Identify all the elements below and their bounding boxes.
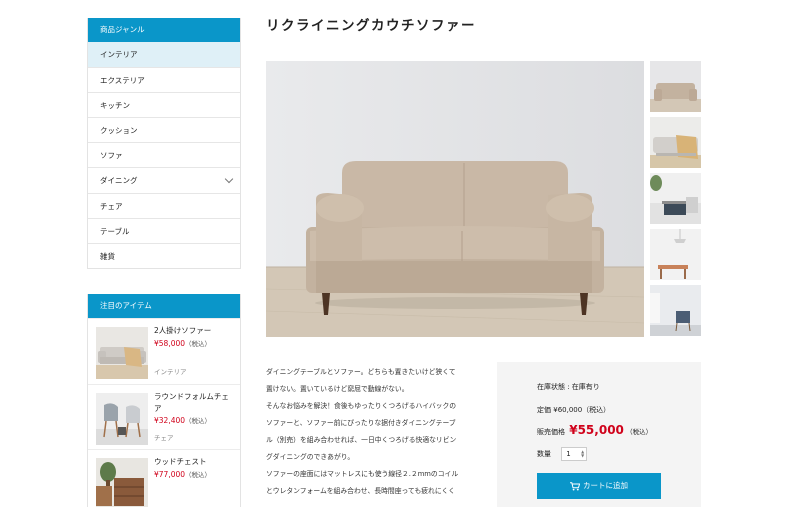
thumbnail-4[interactable] bbox=[650, 229, 701, 280]
description-line: ダイニングテーブルとソファー。どちらも置きたいけど狭くて bbox=[266, 368, 456, 376]
genre-item-cushion[interactable]: クッション bbox=[88, 117, 240, 142]
sale-price-label: 販売価格 bbox=[537, 428, 565, 436]
genre-item-table[interactable]: テーブル bbox=[88, 217, 240, 243]
quantity-label: 数量 bbox=[537, 450, 551, 458]
sale-price-value: ¥55,000 bbox=[569, 423, 624, 437]
featured-thumb-chest[interactable] bbox=[96, 458, 148, 507]
stock-status: 在庫状態 : 在庫有り bbox=[537, 383, 600, 391]
page-title: リクライニングカウチソファー bbox=[266, 18, 476, 34]
quantity-value: 1 bbox=[566, 450, 571, 458]
add-to-cart-button[interactable]: カートに追加 bbox=[537, 473, 661, 499]
featured-header: 注目のアイテム bbox=[88, 294, 240, 318]
featured-item-category[interactable]: チェア bbox=[154, 432, 174, 442]
sale-price-tax: （税込） bbox=[626, 428, 653, 436]
thumbnail-5[interactable] bbox=[650, 285, 701, 336]
description-line: ル（別売）を組み合わせれば、一日中くつろげる快適なリビン bbox=[266, 436, 457, 444]
featured-item-price: ¥77,000（税込） bbox=[154, 470, 212, 479]
cart-icon bbox=[570, 481, 581, 490]
description-line: ソファーと、ソファー前にぴったりな据付きダイニングテーブ bbox=[266, 419, 456, 427]
description-line: グダイニングのできあがり。 bbox=[266, 453, 355, 461]
featured-items: 注目のアイテム 2人掛けソファー ¥58,000（税込） インテリア ラウンドフ… bbox=[87, 294, 241, 507]
description-line: ソファーの座面にはマットレスにも使う線径２.２mmのコイル bbox=[266, 470, 459, 478]
genre-item-interior[interactable]: インテリア bbox=[88, 42, 240, 68]
description-line: そんなお悩みを解決！食後もゆったりくつろげるハイバックの bbox=[266, 402, 457, 410]
featured-item[interactable]: ラウンドフォルムチェア ¥32,400（税込） チェア bbox=[88, 383, 240, 450]
genre-menu: 商品ジャンル インテリア エクステリア キッチン クッション ソファ ダイニング… bbox=[87, 18, 241, 269]
list-price: 定価 ¥60,000（税込） bbox=[537, 405, 610, 415]
featured-item[interactable]: 2人掛けソファー ¥58,000（税込） インテリア bbox=[88, 318, 240, 384]
thumbnail-2[interactable] bbox=[650, 117, 701, 168]
genre-header: 商品ジャンル bbox=[88, 18, 240, 42]
featured-thumb-sofa[interactable] bbox=[96, 327, 148, 379]
stepper-arrows-icon[interactable]: ▲ ▼ bbox=[581, 450, 584, 458]
genre-item-sofa[interactable]: ソファ bbox=[88, 142, 240, 167]
featured-item-category[interactable]: インテリア bbox=[154, 366, 187, 376]
genre-item-dining-label: ダイニング bbox=[100, 176, 138, 186]
thumbnail-1[interactable] bbox=[650, 61, 701, 112]
quantity-row: 数量 1 ▲ ▼ bbox=[537, 447, 588, 461]
genre-item-goods[interactable]: 雑貨 bbox=[88, 242, 240, 268]
featured-item-name[interactable]: ウッドチェスト bbox=[154, 456, 234, 469]
genre-item-dining[interactable]: ダイニング bbox=[88, 167, 240, 192]
sale-price: 販売価格 ¥55,000 （税込） bbox=[537, 423, 652, 437]
purchase-panel: 在庫状態 : 在庫有り 定価 ¥60,000（税込） 販売価格 ¥55,000 … bbox=[497, 362, 701, 507]
genre-item-kitchen[interactable]: キッチン bbox=[88, 92, 240, 117]
list-price-value: ¥60,000（税込） bbox=[553, 406, 611, 414]
featured-item-name[interactable]: ラウンドフォルムチェア bbox=[154, 391, 234, 416]
featured-item-price: ¥58,000（税込） bbox=[154, 339, 212, 348]
description-line: 置けない。置いているけど窮屈で動線がない。 bbox=[266, 385, 409, 393]
description-line: とウレタンフォームを組み合わせ、長時間座っても疲れにくく bbox=[266, 487, 456, 495]
product-main-image bbox=[266, 61, 644, 337]
add-to-cart-label: カートに追加 bbox=[583, 481, 628, 490]
chevron-down-icon[interactable] bbox=[224, 175, 234, 184]
featured-item[interactable]: ウッドチェスト ¥77,000（税込） bbox=[88, 449, 240, 507]
thumbnail-strip bbox=[650, 61, 702, 341]
thumbnail-3[interactable] bbox=[650, 173, 701, 224]
featured-item-price: ¥32,400（税込） bbox=[154, 415, 212, 425]
genre-item-chair[interactable]: チェア bbox=[88, 192, 240, 218]
featured-thumb-chair[interactable] bbox=[96, 392, 148, 445]
list-price-label: 定価 bbox=[537, 406, 551, 414]
product-description: ダイニングテーブルとソファー。どちらも置きたいけど狭くて 置けない。置いているけ… bbox=[266, 364, 476, 500]
genre-item-exterior[interactable]: エクステリア bbox=[88, 67, 240, 92]
quantity-stepper[interactable]: 1 ▲ ▼ bbox=[561, 447, 588, 461]
featured-item-name[interactable]: 2人掛けソファー bbox=[154, 325, 234, 338]
